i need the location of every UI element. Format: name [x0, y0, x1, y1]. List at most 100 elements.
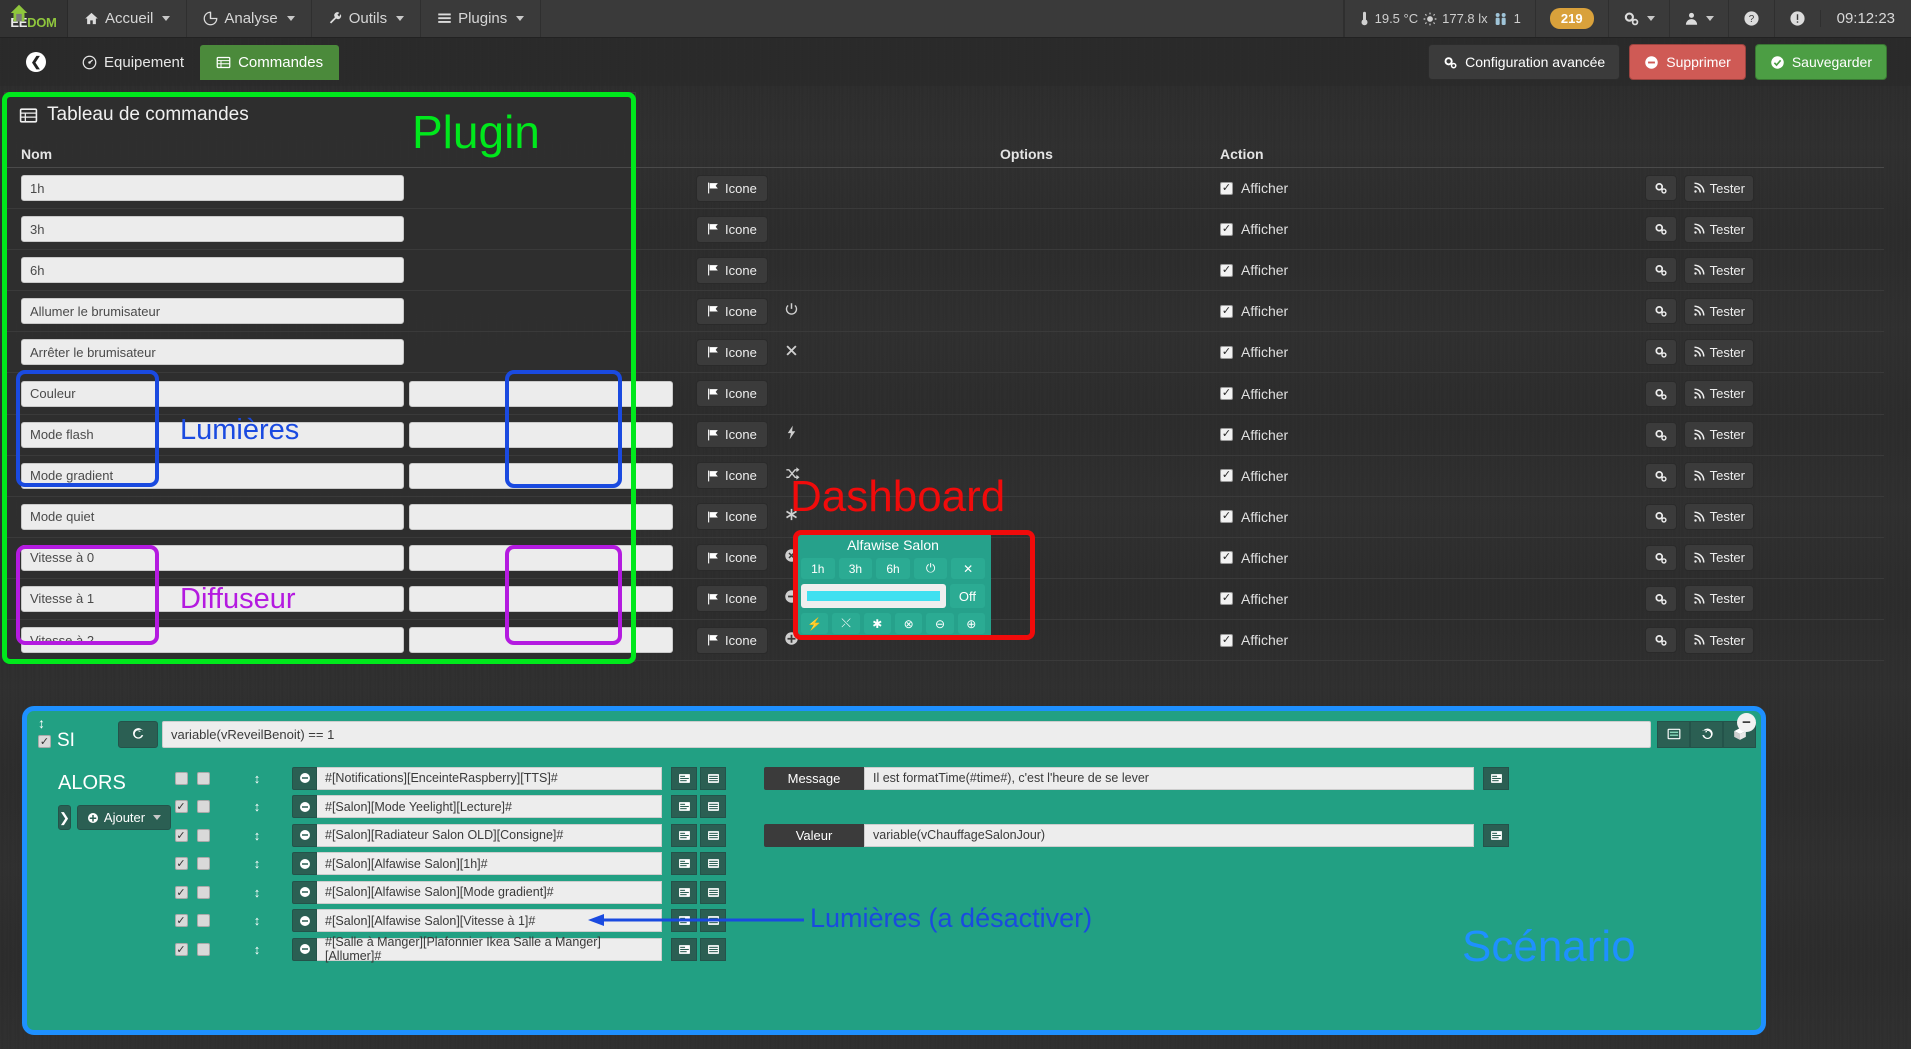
action-expression-button[interactable] [700, 852, 726, 876]
nav-item-outils[interactable]: Outils [312, 0, 422, 37]
action-move-handle[interactable]: ↕ [222, 828, 292, 843]
action-command-input[interactable]: #[Salon][Radiateur Salon OLD][Consigne]# [317, 823, 662, 847]
help-button[interactable]: ? [1727, 0, 1774, 37]
jeedom-logo[interactable]: EEDOM [0, 0, 68, 37]
action-remove-button[interactable] [292, 766, 317, 790]
action-expression-button[interactable] [700, 880, 726, 904]
row-configure-button[interactable] [1644, 503, 1677, 530]
param-expression-button[interactable] [1483, 766, 1509, 790]
icone-button[interactable]: Icone [696, 174, 768, 202]
refresh-button[interactable] [118, 720, 158, 748]
tester-button[interactable]: Tester [1683, 462, 1754, 490]
icone-button[interactable]: Icone [696, 462, 768, 490]
tester-button[interactable]: Tester [1683, 338, 1754, 366]
command-value-input[interactable] [409, 585, 673, 612]
widget-mode-button-3[interactable]: ⊗ [895, 613, 923, 634]
icone-button[interactable]: Icone [696, 338, 768, 366]
action-options-button[interactable] [671, 937, 697, 961]
icone-button[interactable]: Icone [696, 503, 768, 531]
action-enabled-checkbox[interactable] [174, 771, 188, 785]
widget-mode-button-4[interactable]: ⊖ [926, 613, 954, 634]
command-value-input[interactable] [409, 380, 673, 407]
row-configure-button[interactable] [1644, 544, 1677, 571]
widget-button-3[interactable]: ⏻ [913, 558, 948, 579]
history-icon-button[interactable] [1690, 720, 1723, 748]
scenario-collapse-button[interactable]: − [1737, 713, 1756, 732]
icone-button[interactable]: Icone [696, 585, 768, 613]
row-configure-button[interactable] [1644, 339, 1677, 366]
icone-button[interactable]: Icone [696, 256, 768, 284]
afficher-checkbox[interactable]: ✓ [1220, 181, 1233, 195]
afficher-checkbox[interactable]: ✓ [1220, 263, 1233, 277]
action-secondary-checkbox[interactable] [196, 914, 210, 928]
widget-button-0[interactable]: 1h [801, 558, 835, 579]
action-move-handle[interactable]: ↕ [222, 885, 292, 900]
icone-button[interactable]: Icone [696, 215, 768, 243]
afficher-checkbox[interactable]: ✓ [1220, 428, 1233, 442]
afficher-checkbox[interactable]: ✓ [1220, 510, 1233, 524]
action-command-input[interactable]: #[Salon][Alfawise Salon][Vitesse à 1]# [317, 909, 662, 933]
action-move-handle[interactable]: ↕ [222, 799, 292, 814]
row-configure-button[interactable] [1644, 627, 1677, 654]
afficher-checkbox[interactable]: ✓ [1220, 592, 1233, 606]
color-picker[interactable] [801, 584, 946, 608]
tester-button[interactable]: Tester [1683, 380, 1754, 408]
param-value-input[interactable]: Il est formatTime(#time#), c'est l'heure… [864, 766, 1474, 790]
action-expression-button[interactable] [700, 823, 726, 847]
row-configure-button[interactable] [1644, 216, 1677, 243]
sauvegarder-button[interactable]: Sauvegarder [1754, 44, 1887, 80]
back-button[interactable]: ❮ [26, 52, 46, 72]
tester-button[interactable]: Tester [1683, 626, 1754, 654]
param-expression-button[interactable] [1483, 823, 1509, 847]
row-configure-button[interactable] [1644, 585, 1677, 612]
tester-button[interactable]: Tester [1683, 174, 1754, 202]
nav-item-accueil[interactable]: Accueil [68, 0, 188, 37]
action-move-handle[interactable]: ↕ [222, 942, 292, 957]
widget-mode-button-5[interactable]: ⊕ [957, 613, 985, 634]
command-value-input[interactable] [409, 503, 673, 530]
row-configure-button[interactable] [1644, 462, 1677, 489]
command-name-input[interactable] [21, 585, 404, 612]
row-configure-button[interactable] [1644, 421, 1677, 448]
action-enabled-checkbox[interactable]: ✓ [174, 942, 188, 956]
action-move-handle[interactable]: ↕ [222, 771, 292, 786]
tester-button[interactable]: Tester [1683, 544, 1754, 572]
supprimer-button[interactable]: Supprimer [1629, 44, 1746, 80]
tester-button[interactable]: Tester [1683, 585, 1754, 613]
command-name-input[interactable] [21, 380, 404, 407]
command-name-input[interactable] [21, 544, 404, 571]
action-enabled-checkbox[interactable]: ✓ [174, 885, 188, 899]
user-menu-button[interactable] [1668, 0, 1728, 37]
action-secondary-checkbox[interactable] [196, 800, 210, 814]
action-secondary-checkbox[interactable] [196, 885, 210, 899]
action-secondary-checkbox[interactable] [196, 828, 210, 842]
tester-button[interactable]: Tester [1683, 421, 1754, 449]
action-enabled-checkbox[interactable]: ✓ [174, 857, 188, 871]
tester-button[interactable]: Tester [1683, 256, 1754, 284]
action-secondary-checkbox[interactable] [196, 857, 210, 871]
action-remove-button[interactable] [292, 852, 317, 876]
command-value-input[interactable] [409, 421, 673, 448]
tab-equipement[interactable]: Equipement [66, 45, 200, 80]
command-name-input[interactable] [21, 627, 404, 654]
widget-button-1[interactable]: 3h [838, 558, 873, 579]
widget-mode-button-1[interactable]: ⤬ [832, 613, 860, 634]
command-name-input[interactable] [21, 503, 404, 530]
si-move-handle[interactable]: ↕ [38, 716, 45, 730]
icone-button[interactable]: Icone [696, 297, 768, 325]
param-value-input[interactable]: variable(vChauffageSalonJour) [864, 823, 1474, 847]
icone-button[interactable]: Icone [696, 626, 768, 654]
action-expression-button[interactable] [700, 766, 726, 790]
action-enabled-checkbox[interactable]: ✓ [174, 828, 188, 842]
action-remove-button[interactable] [292, 937, 317, 961]
command-value-input[interactable] [409, 627, 673, 654]
command-name-input[interactable] [21, 257, 404, 284]
row-configure-button[interactable] [1644, 257, 1677, 284]
afficher-checkbox[interactable]: ✓ [1220, 345, 1233, 359]
action-command-input[interactable]: #[Salon][Alfawise Salon][1h]# [317, 852, 662, 876]
command-value-input[interactable] [409, 544, 673, 571]
row-configure-button[interactable] [1644, 380, 1677, 407]
afficher-checkbox[interactable]: ✓ [1220, 222, 1233, 236]
alert-button[interactable] [1773, 0, 1820, 37]
afficher-checkbox[interactable]: ✓ [1220, 633, 1233, 647]
